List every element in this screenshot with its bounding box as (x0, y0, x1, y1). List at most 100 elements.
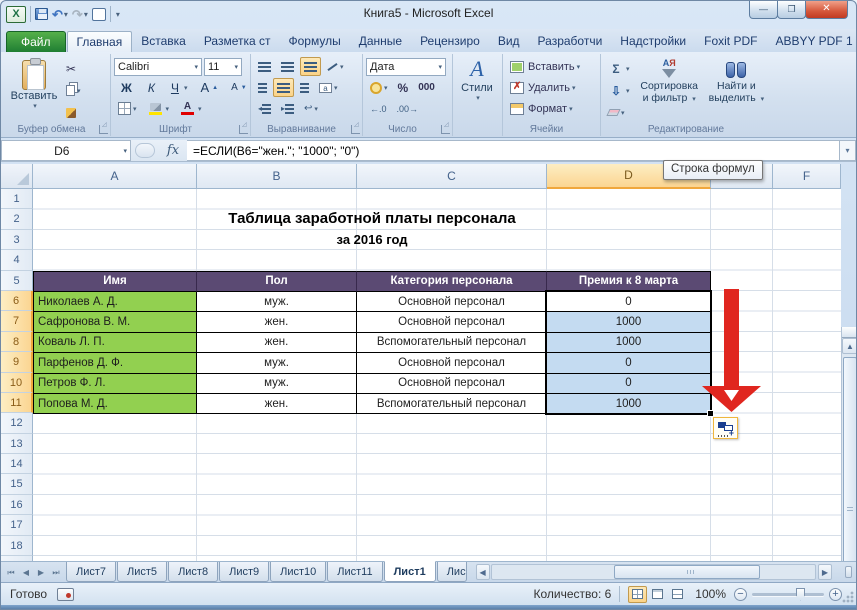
italic-button[interactable]: К (141, 78, 162, 97)
cell[interactable]: Основной персонал (357, 374, 547, 394)
row-header-6[interactable]: 6 (1, 291, 33, 311)
ribbon-tab-Вид[interactable]: Вид (489, 31, 529, 52)
ribbon-tab-Разработчи[interactable]: Разработчи (529, 31, 612, 52)
auto-fill-options-button[interactable]: + (713, 417, 738, 439)
sheet-tab-Лист7[interactable]: Лист7 (66, 562, 116, 582)
row-header-2[interactable]: 2 (1, 209, 33, 229)
cut-button[interactable]: ✂ (62, 59, 85, 78)
fill-button[interactable]: ⇩▾ (604, 81, 634, 100)
tab-split-handle[interactable] (845, 566, 852, 578)
sheet-tab-Лист5[interactable]: Лист5 (117, 562, 167, 582)
cell[interactable]: 0 (547, 374, 711, 394)
insert-cells-button[interactable]: Вставить▾ (506, 57, 584, 76)
row-header-18[interactable]: 18 (1, 536, 33, 556)
row-header-14[interactable]: 14 (1, 454, 33, 474)
cell[interactable]: 0 (547, 292, 711, 312)
zoom-level[interactable]: 100% (695, 587, 726, 601)
cell[interactable]: Основной персонал (357, 312, 547, 332)
row-header-3[interactable]: 3 (1, 230, 33, 250)
borders-button[interactable]: ▾ (114, 99, 141, 118)
horizontal-scrollbar[interactable]: ◀ ▶ (476, 564, 852, 580)
align-left-button[interactable] (254, 78, 271, 97)
restore-button[interactable]: ❐ (777, 1, 806, 19)
ribbon-tab-Данные[interactable]: Данные (350, 31, 411, 52)
cell[interactable]: 0 (547, 353, 711, 373)
scroll-up-button[interactable]: ▲ (842, 338, 857, 354)
wrap-text-button[interactable]: ↩▾ (300, 99, 322, 118)
autosum-button[interactable]: Σ▾ (604, 59, 634, 78)
cell[interactable]: Парфенов Д. Ф. (33, 353, 197, 373)
cell[interactable]: Вспомогательный персонал (357, 394, 547, 414)
grow-font-button[interactable]: А▲ (193, 78, 222, 97)
column-header-F[interactable]: F (773, 164, 841, 189)
accounting-format-button[interactable]: ▾ (366, 78, 392, 97)
dialog-launcher-icon[interactable] (351, 125, 360, 134)
row-header-11[interactable]: 11 (1, 393, 33, 413)
percent-button[interactable]: % (394, 78, 413, 97)
insert-function-button[interactable]: fx (159, 140, 187, 161)
resize-grip[interactable] (842, 591, 854, 603)
column-header-C[interactable]: C (357, 164, 547, 189)
font-color-button[interactable]: А▾ (175, 99, 206, 118)
table-header-cell[interactable]: Премия к 8 марта (547, 271, 711, 292)
sheet-tab-Лист9[interactable]: Лист9 (219, 562, 269, 582)
cell[interactable]: муж. (197, 374, 357, 394)
close-button[interactable]: ✕ (805, 1, 848, 19)
cell-grid[interactable]: Таблица заработной платы персоналаза 201… (33, 189, 841, 561)
sheet-tab-Лист11[interactable]: Лист11 (327, 562, 382, 582)
zoom-out-button[interactable]: − (734, 588, 747, 601)
align-center-button[interactable] (273, 78, 294, 97)
minimize-button[interactable]: — (749, 1, 778, 19)
decrease-decimal-button[interactable]: .00→ (393, 99, 423, 118)
cell[interactable]: муж. (197, 353, 357, 373)
format-painter-button[interactable] (62, 103, 85, 122)
clear-button[interactable]: ▾ (604, 103, 634, 122)
name-box[interactable]: D6 ▾ (1, 140, 131, 161)
ribbon-tab-Разметка ст[interactable]: Разметка ст (195, 31, 280, 52)
underline-button[interactable]: Ч▾ (164, 78, 192, 97)
dialog-launcher-icon[interactable] (441, 125, 450, 134)
ribbon-tab-ABBYY PDF 1[interactable]: ABBYY PDF 1 (766, 31, 857, 52)
row-header-16[interactable]: 16 (1, 495, 33, 515)
cell[interactable]: Сафронова В. М. (33, 312, 197, 332)
row-header-17[interactable]: 17 (1, 515, 33, 535)
normal-view-button[interactable] (628, 586, 647, 603)
cell[interactable]: жен. (197, 312, 357, 332)
hscroll-track[interactable] (491, 564, 816, 580)
fill-color-button[interactable]: ▾ (143, 99, 174, 118)
sheet-tab-Лис[interactable]: Лис (437, 562, 467, 582)
row-header-10[interactable]: 10 (1, 373, 33, 393)
align-right-button[interactable] (296, 78, 313, 97)
increase-decimal-button[interactable]: ←.0 (366, 99, 391, 118)
row-header-1[interactable]: 1 (1, 189, 33, 209)
last-sheet-button[interactable]: ⏭ (49, 565, 63, 580)
increase-indent-button[interactable]: ▸ (277, 99, 298, 118)
cell[interactable]: Попова М. Д. (33, 394, 197, 414)
number-format-select[interactable]: Дата▾ (366, 58, 446, 76)
select-all-corner[interactable] (1, 164, 33, 189)
page-layout-view-button[interactable] (648, 586, 667, 603)
row-header-9[interactable]: 9 (1, 352, 33, 372)
table-header-cell[interactable]: Категория персонала (357, 271, 547, 292)
table-header-cell[interactable]: Имя (33, 271, 197, 292)
scroll-right-button[interactable]: ▶ (818, 564, 832, 580)
row-header-5[interactable]: 5 (1, 271, 33, 291)
cell[interactable]: жен. (197, 333, 357, 353)
row-header-4[interactable]: 4 (1, 250, 33, 270)
align-bottom-button[interactable] (300, 57, 321, 76)
zoom-track[interactable] (752, 593, 824, 596)
column-header-A[interactable]: A (33, 164, 197, 189)
cell[interactable]: 1000 (547, 312, 711, 332)
zoom-in-button[interactable]: + (829, 588, 842, 601)
prev-sheet-button[interactable]: ◀ (19, 565, 33, 580)
decrease-indent-button[interactable]: ◂ (254, 99, 275, 118)
row-header-15[interactable]: 15 (1, 474, 33, 494)
format-cells-button[interactable]: Формат▾ (506, 99, 577, 118)
next-sheet-button[interactable]: ▶ (34, 565, 48, 580)
row-header-13[interactable]: 13 (1, 434, 33, 454)
zoom-thumb[interactable] (796, 588, 805, 601)
ribbon-tab-Рецензиро[interactable]: Рецензиро (411, 31, 489, 52)
first-sheet-button[interactable]: ⏮ (4, 565, 18, 580)
delete-cells-button[interactable]: Удалить▾ (506, 78, 580, 97)
font-size-select[interactable]: 11▾ (204, 58, 242, 76)
